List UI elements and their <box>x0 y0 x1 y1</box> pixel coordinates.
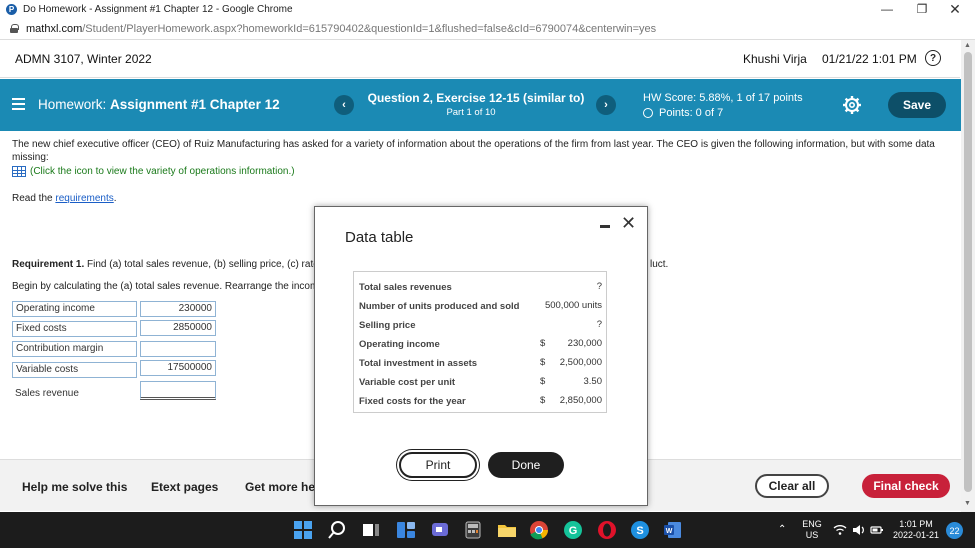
teams-chat-icon[interactable] <box>430 520 450 540</box>
points-circle-icon <box>643 108 653 118</box>
windows-taskbar: G S W ⌃ ENG US 1:01 PM 2022-01-21 22 <box>0 512 975 548</box>
header-datetime: 01/21/22 1:01 PM <box>822 52 917 66</box>
read-requirements-line: Read the requirements. <box>12 193 117 204</box>
skype-icon[interactable]: S <box>630 520 650 540</box>
input-fixed-costs[interactable]: 2850000 <box>140 320 216 336</box>
get-more-help-button[interactable]: Get more he <box>245 480 315 494</box>
next-question-button[interactable]: › <box>596 95 616 115</box>
settings-gear-icon[interactable] <box>842 95 862 115</box>
requirements-link[interactable]: requirements <box>55 193 113 204</box>
address-bar[interactable]: mathxl.com/Student/PlayerHomework.aspx?h… <box>0 18 975 40</box>
user-name[interactable]: Khushi Virja <box>743 52 807 66</box>
input-variable-costs[interactable]: 17500000 <box>140 360 216 376</box>
opera-icon[interactable] <box>597 520 617 540</box>
scrollbar-thumb[interactable] <box>964 52 972 492</box>
hw-score: HW Score: 5.88%, 1 of 17 points <box>643 92 803 104</box>
notification-badge[interactable]: 22 <box>946 522 963 539</box>
row-label-fixed-costs[interactable]: Fixed costs <box>12 321 137 337</box>
widgets-icon[interactable] <box>396 520 416 540</box>
file-explorer-icon[interactable] <box>497 520 517 540</box>
wifi-icon[interactable] <box>833 523 847 537</box>
word-icon[interactable]: W <box>663 520 683 540</box>
points-status: Points: 0 of 7 <box>643 107 723 119</box>
language-indicator[interactable]: ENG US <box>800 519 824 541</box>
data-table-link[interactable]: (Click the icon to view the variety of o… <box>12 166 295 177</box>
question-intro: The new chief executive officer (CEO) of… <box>12 139 935 163</box>
print-button[interactable]: Print <box>399 452 477 478</box>
etext-pages-button[interactable]: Etext pages <box>151 480 218 494</box>
close-dialog-icon[interactable]: ✕ <box>621 214 636 232</box>
final-check-button[interactable]: Final check <box>862 474 950 498</box>
svg-text:S: S <box>636 525 643 537</box>
row-label-contribution-margin[interactable]: Contribution margin <box>12 341 137 357</box>
table-row: Operating income $230,000 <box>359 338 602 350</box>
input-operating-income[interactable]: 230000 <box>140 301 216 317</box>
table-row: Selling price? <box>359 319 602 331</box>
volume-icon[interactable] <box>852 523 866 537</box>
clear-all-button[interactable]: Clear all <box>755 474 829 498</box>
homework-title: Homework: Assignment #1 Chapter 12 <box>38 97 280 112</box>
page-scrollbar[interactable]: ▲ ▼ <box>961 40 975 512</box>
input-sales-revenue[interactable] <box>140 381 216 400</box>
table-row: Total investment in assets $2,500,000 <box>359 357 602 369</box>
done-button[interactable]: Done <box>488 452 564 478</box>
taskbar-clock[interactable]: 1:01 PM 2022-01-21 <box>890 519 942 541</box>
minimize-dialog-icon[interactable] <box>600 218 612 230</box>
previous-question-button[interactable]: ‹ <box>334 95 354 115</box>
search-icon[interactable] <box>327 520 347 540</box>
svg-text:G: G <box>569 525 578 537</box>
requirement-1-tail: luct. <box>650 259 669 270</box>
row-label-variable-costs[interactable]: Variable costs <box>12 362 137 378</box>
svg-text:W: W <box>666 528 673 535</box>
help-icon[interactable]: ? <box>925 50 941 66</box>
table-row: Total sales revenues? <box>359 281 602 293</box>
input-contribution-margin[interactable] <box>140 341 216 357</box>
scroll-up-icon[interactable]: ▲ <box>964 42 971 49</box>
browser-title-bar: P Do Homework - Assignment #1 Chapter 12… <box>0 0 975 18</box>
table-row: Fixed costs for the year $2,850,000 <box>359 395 602 407</box>
grammarly-icon[interactable]: G <box>563 520 583 540</box>
row-label-operating-income[interactable]: Operating income <box>12 301 137 317</box>
dialog-title: Data table <box>345 229 414 246</box>
chrome-icon[interactable] <box>529 520 549 540</box>
minimize-icon[interactable]: — <box>872 0 902 18</box>
question-part: Part 1 of 10 <box>446 107 496 118</box>
restore-icon[interactable]: ❐ <box>907 0 937 18</box>
windows-start-icon[interactable] <box>293 520 313 540</box>
lock-icon <box>10 24 19 33</box>
save-button[interactable]: Save <box>888 92 946 118</box>
window-title: Do Homework - Assignment #1 Chapter 12 -… <box>23 3 293 15</box>
task-view-icon[interactable] <box>361 520 381 540</box>
url-text[interactable]: mathxl.com/Student/PlayerHomework.aspx?h… <box>26 23 656 35</box>
table-grid-icon[interactable] <box>12 166 26 177</box>
table-row: Number of units produced and sold 500,000… <box>359 300 602 312</box>
question-title: Question 2, Exercise 12-15 (similar to) <box>367 91 585 105</box>
help-me-solve-button[interactable]: Help me solve this <box>22 480 127 494</box>
requirement-1-text: Requirement 1. Find (a) total sales reve… <box>12 259 319 270</box>
menu-icon[interactable] <box>12 98 25 110</box>
data-table: Total sales revenues? Number of units pr… <box>353 271 607 413</box>
show-hidden-icons-icon[interactable]: ⌃ <box>778 524 786 535</box>
begin-instructions: Begin by calculating the (a) total sales… <box>12 281 319 292</box>
close-window-icon[interactable]: ✕ <box>940 0 970 18</box>
pearson-favicon-icon: P <box>6 3 17 15</box>
data-table-dialog: Data table ✕ Total sales revenues? Numbe… <box>314 206 648 506</box>
course-name: ADMN 3107, Winter 2022 <box>15 52 152 66</box>
battery-icon[interactable] <box>870 523 884 537</box>
row-label-sales-revenue: Sales revenue <box>15 388 79 399</box>
course-header: ADMN 3107, Winter 2022 Khushi Virja 01/2… <box>0 40 960 78</box>
calculator-icon[interactable] <box>463 520 483 540</box>
scroll-down-icon[interactable]: ▼ <box>964 500 971 507</box>
table-row: Variable cost per unit $3.50 <box>359 376 602 388</box>
homework-bar: Homework: Assignment #1 Chapter 12 ‹ Que… <box>0 79 961 131</box>
